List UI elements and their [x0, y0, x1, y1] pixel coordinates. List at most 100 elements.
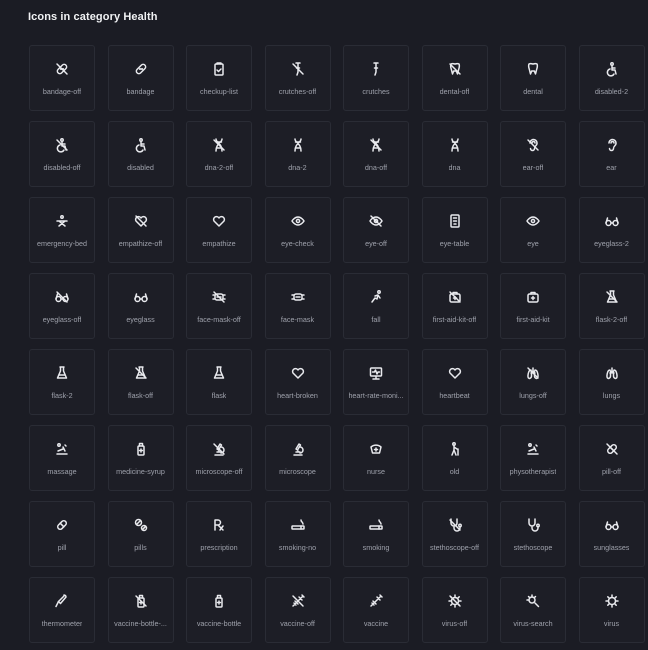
icon-label: vaccine-bottle-... [114, 619, 167, 628]
flask-2-off-icon [605, 290, 618, 303]
first-aid-kit-icon [527, 291, 539, 303]
checkup-list-icon [214, 62, 224, 76]
icon-tile[interactable]: dna [421, 121, 488, 187]
icon-tile[interactable]: massage [29, 425, 95, 491]
icon-label: ear-off [522, 163, 544, 172]
nurse-icon [370, 444, 382, 454]
icon-tile[interactable]: stethoscope [500, 501, 566, 567]
icon-tile[interactable]: disabled [107, 121, 174, 187]
icon-tile[interactable]: virus-search [500, 577, 566, 643]
icon-tile[interactable]: disabled-off [29, 121, 95, 187]
icon-tile[interactable]: empathize [186, 197, 252, 263]
icon-tile[interactable]: disabled-2 [578, 45, 645, 111]
icon-tile[interactable]: dna-2 [264, 121, 331, 187]
icon-tile[interactable]: eyeglass-2 [578, 197, 645, 263]
icon-tile[interactable]: heartbeat [421, 349, 488, 415]
icon-tile[interactable]: eye-off [343, 197, 409, 263]
icon-tile[interactable]: dental [500, 45, 566, 111]
old-icon [450, 442, 459, 456]
icon-tile[interactable]: pill-off [578, 425, 645, 491]
icon-label: old [449, 467, 460, 476]
icon-tile[interactable]: microscope [264, 425, 331, 491]
icon-label: eye-table [439, 239, 470, 248]
icon-tile[interactable]: dna-2-off [186, 121, 252, 187]
vaccine-bottle-off-icon [134, 594, 147, 608]
icon-label: smoking [362, 543, 390, 552]
dental-icon [527, 62, 539, 75]
icon-tile[interactable]: eye-check [264, 197, 331, 263]
icon-label: face-mask-off [197, 315, 241, 324]
icon-tile[interactable]: pill [29, 501, 95, 567]
icon-tile[interactable]: flask [186, 349, 252, 415]
icon-tile[interactable]: ear [578, 121, 645, 187]
icon-label: pills [134, 543, 147, 552]
heart-rate-monitor-icon [369, 367, 383, 380]
icon-tile[interactable]: eye-table [421, 197, 488, 263]
icon-tile[interactable]: flask-off [107, 349, 174, 415]
icon-label: lungs-off [519, 391, 547, 400]
icon-tile[interactable]: crutches [343, 45, 409, 111]
icon-label: medicine-syrup [116, 467, 165, 476]
icon-label: eye-off [365, 239, 387, 248]
icon-tile[interactable]: heart-broken [264, 349, 331, 415]
icon-tile[interactable]: smoking-no [264, 501, 331, 567]
icon-tile[interactable]: pills [107, 501, 174, 567]
sunglasses-icon [604, 521, 619, 531]
icon-label: disabled [127, 163, 154, 172]
icon-tile[interactable]: physotherapist [500, 425, 566, 491]
icon-tile[interactable]: vaccine-bottle-... [107, 577, 174, 643]
empathize-icon [212, 215, 226, 227]
icon-tile[interactable]: heart-rate-moni... [343, 349, 409, 415]
icon-tile[interactable]: eyeglass-off [29, 273, 95, 339]
icon-tile[interactable]: eye [500, 197, 566, 263]
icon-tile[interactable]: virus [578, 577, 645, 643]
smoking-icon [369, 519, 383, 530]
icon-tile[interactable]: eyeglass [107, 273, 174, 339]
lungs-icon [605, 367, 618, 380]
icon-label: empathize-off [118, 239, 163, 248]
icon-tile[interactable]: lungs [578, 349, 645, 415]
icon-tile[interactable]: bandage [107, 45, 174, 111]
icon-tile[interactable]: empathize-off [107, 197, 174, 263]
icon-tile[interactable]: first-aid-kit-off [421, 273, 488, 339]
massage-icon [56, 443, 68, 455]
icon-tile[interactable]: dna-off [343, 121, 409, 187]
icon-tile[interactable]: dental-off [421, 45, 488, 111]
icon-tile[interactable]: flask-2 [29, 349, 95, 415]
icon-tile[interactable]: ear-off [500, 121, 566, 187]
dental-off-icon [448, 62, 461, 75]
icon-label: thermometer [41, 619, 83, 628]
pill-icon [56, 519, 68, 531]
icon-tile[interactable]: nurse [343, 425, 409, 491]
icon-tile[interactable]: vaccine [343, 577, 409, 643]
icon-label: virus-off [441, 619, 468, 628]
icon-tile[interactable]: flask-2-off [578, 273, 645, 339]
icon-label: heart-broken [277, 391, 318, 400]
microscope-icon [292, 443, 304, 456]
icon-tile[interactable]: vaccine-off [264, 577, 331, 643]
icon-tile[interactable]: old [421, 425, 488, 491]
icon-tile[interactable]: face-mask [264, 273, 331, 339]
icon-label: dna-2 [288, 163, 307, 172]
icon-tile[interactable]: medicine-syrup [107, 425, 174, 491]
icon-tile[interactable]: first-aid-kit [500, 273, 566, 339]
icon-tile[interactable]: virus-off [421, 577, 488, 643]
icon-tile[interactable]: checkup-list [186, 45, 252, 111]
icon-tile[interactable]: smoking [343, 501, 409, 567]
icon-tile[interactable]: crutches-off [264, 45, 331, 111]
icon-label: vaccine [363, 619, 389, 628]
icon-tile[interactable]: microscope-off [186, 425, 252, 491]
icon-tile[interactable]: vaccine-bottle [186, 577, 252, 643]
icon-tile[interactable]: thermometer [29, 577, 95, 643]
eyeglass-icon [133, 293, 148, 303]
icon-label: flask-2 [51, 391, 73, 400]
icon-tile[interactable]: prescription [186, 501, 252, 567]
disabled-2-icon [606, 62, 617, 77]
icon-tile[interactable]: emergency-bed [29, 197, 95, 263]
icon-tile[interactable]: face-mask-off [186, 273, 252, 339]
icon-tile[interactable]: bandage-off [29, 45, 95, 111]
icon-tile[interactable]: sunglasses [578, 501, 645, 567]
icon-tile[interactable]: lungs-off [500, 349, 566, 415]
icon-tile[interactable]: fall [343, 273, 409, 339]
icon-tile[interactable]: stethoscope-off [421, 501, 488, 567]
